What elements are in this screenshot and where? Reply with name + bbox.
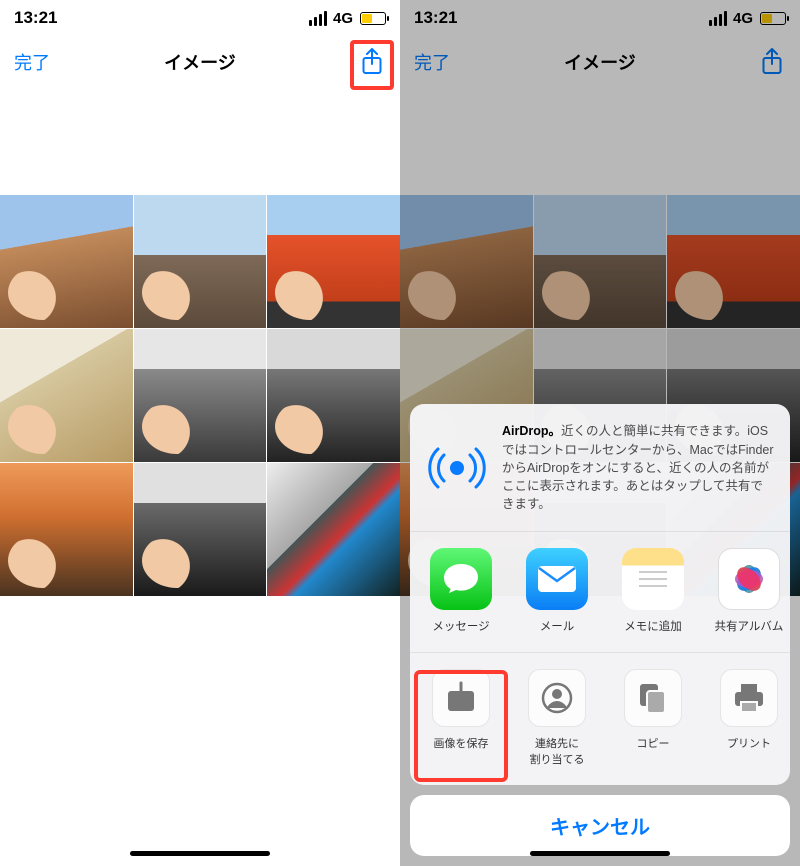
app-label: メール bbox=[518, 618, 596, 634]
signal-bars-icon bbox=[309, 11, 327, 26]
share-app-shared-album[interactable]: 共有アルバム bbox=[710, 548, 788, 634]
photo-thumbnail[interactable] bbox=[267, 195, 400, 328]
status-time: 13:21 bbox=[14, 8, 57, 28]
airdrop-description: AirDrop。近くの人と簡単に共有できます。iOSではコントロールセンターから… bbox=[502, 422, 774, 513]
home-indicator[interactable] bbox=[530, 851, 670, 856]
messages-icon bbox=[430, 548, 492, 610]
network-label: 4G bbox=[333, 10, 353, 27]
copy-icon bbox=[624, 669, 682, 727]
assign-contact-icon bbox=[528, 669, 586, 727]
action-label: プリント bbox=[710, 735, 788, 751]
airdrop-icon bbox=[426, 437, 488, 499]
battery-icon bbox=[360, 12, 386, 25]
phone-right: 13:21 4G 完了 イメージ bbox=[400, 0, 800, 866]
photo-thumbnail[interactable] bbox=[267, 463, 400, 596]
phone-left: 13:21 4G 完了 イメージ bbox=[0, 0, 400, 866]
photos-icon bbox=[718, 548, 780, 610]
mail-icon bbox=[526, 548, 588, 610]
airdrop-title: AirDrop。 bbox=[502, 424, 561, 438]
photo-thumbnail[interactable] bbox=[0, 195, 133, 328]
share-app-notes[interactable]: メモに追加 bbox=[614, 548, 692, 634]
airdrop-row[interactable]: AirDrop。近くの人と簡単に共有できます。iOSではコントロールセンターから… bbox=[410, 404, 790, 532]
home-indicator[interactable] bbox=[130, 851, 270, 856]
photo-thumbnail[interactable] bbox=[134, 195, 267, 328]
action-copy[interactable]: コピー bbox=[614, 669, 692, 767]
annotation-highlight-save-image bbox=[414, 670, 508, 782]
photo-thumbnail[interactable] bbox=[134, 329, 267, 462]
app-label: メモに追加 bbox=[614, 618, 692, 634]
notes-icon bbox=[622, 548, 684, 610]
page-title: イメージ bbox=[0, 49, 400, 75]
done-button[interactable]: 完了 bbox=[14, 49, 50, 75]
photo-grid bbox=[0, 195, 400, 596]
share-sheet: AirDrop。近くの人と簡単に共有できます。iOSではコントロールセンターから… bbox=[410, 404, 790, 856]
cancel-button[interactable]: キャンセル bbox=[410, 795, 790, 856]
nav-bar: 完了 イメージ bbox=[0, 36, 400, 88]
share-app-messages[interactable]: メッセージ bbox=[422, 548, 500, 634]
share-app-mail[interactable]: メール bbox=[518, 548, 596, 634]
action-assign-contact[interactable]: 連絡先に 割り当てる bbox=[518, 669, 596, 767]
photo-thumbnail[interactable] bbox=[0, 329, 133, 462]
action-print[interactable]: プリント bbox=[710, 669, 788, 767]
annotation-highlight-share bbox=[350, 40, 394, 90]
action-label: 連絡先に 割り当てる bbox=[518, 735, 596, 767]
action-label: コピー bbox=[614, 735, 692, 751]
status-right: 4G bbox=[309, 10, 386, 27]
app-label: メッセージ bbox=[422, 618, 500, 634]
photo-thumbnail[interactable] bbox=[0, 463, 133, 596]
photo-thumbnail[interactable] bbox=[267, 329, 400, 462]
print-icon bbox=[720, 669, 778, 727]
photo-thumbnail[interactable] bbox=[134, 463, 267, 596]
app-label: 共有アルバム bbox=[710, 618, 788, 634]
status-bar: 13:21 4G bbox=[0, 0, 400, 36]
share-apps-row[interactable]: メッセージ メール メモに追加 bbox=[410, 532, 790, 652]
